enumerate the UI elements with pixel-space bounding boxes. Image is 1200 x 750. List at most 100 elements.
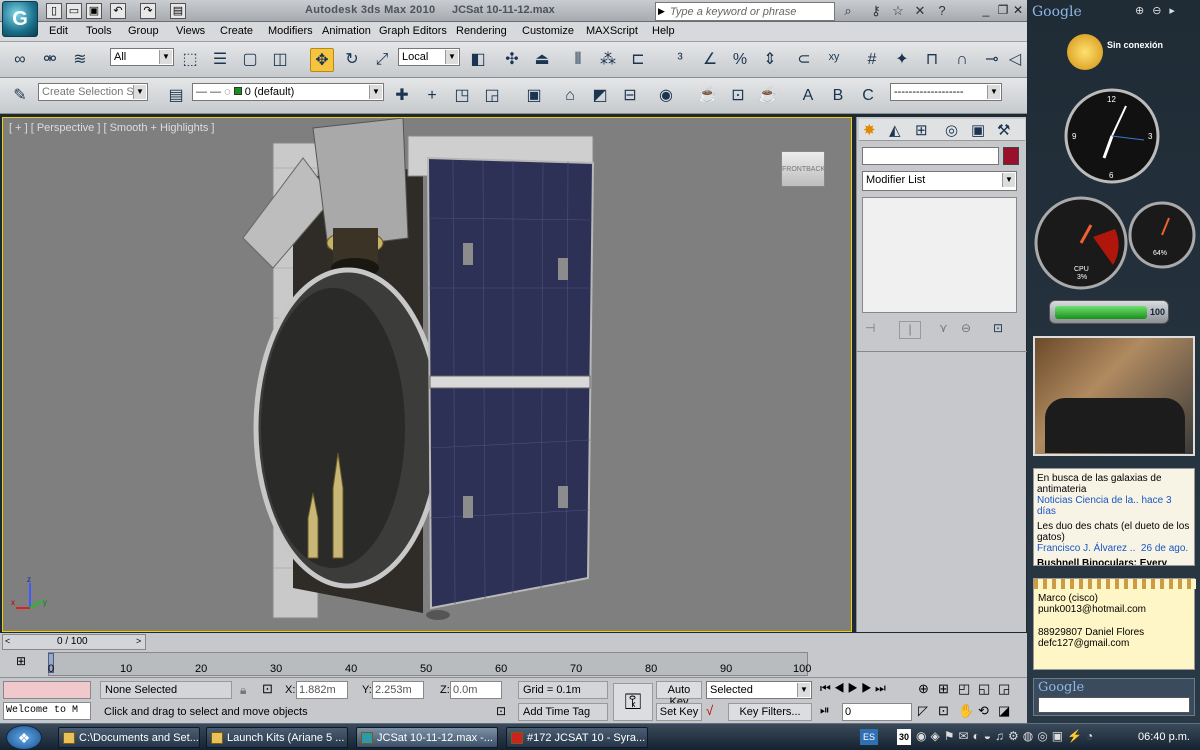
modifier-list-dropdown[interactable]: Modifier List ▼ [862,171,1017,191]
remove-modifier-icon[interactable]: ⊖ [961,321,971,335]
y-coordinate-field[interactable]: 2.253m [372,681,424,699]
angle-snap-icon[interactable]: ∠ [698,48,722,72]
zoom-icon[interactable]: ⊕ [918,681,938,699]
default-tangents-icon[interactable]: √ [706,703,726,721]
zoom-all-icon[interactable]: ⊞ [938,681,958,699]
mirror-icon[interactable]: ⫴ [566,48,590,72]
face-snap-icon[interactable]: ⊸ [980,48,1004,72]
material-editor-icon[interactable]: ◩ [588,84,612,108]
news-source[interactable]: Noticias Ciencia de la.. [1037,495,1139,506]
help-search-input[interactable]: ▶ Type a keyword or phrase [655,2,835,21]
render-iterative-icon[interactable]: ⊡ [726,84,750,108]
auto-key-button[interactable]: Auto Key [656,681,702,708]
zoom-region-icon[interactable]: ⊡ [938,703,958,721]
maxscript-mini-listener[interactable]: Welcome to M [3,702,91,720]
project-folder-icon[interactable]: ▤ [170,3,186,19]
calendar-tray-icon[interactable]: 30 [897,729,911,745]
open-file-icon[interactable]: ▭ [66,3,82,19]
maximize-viewport-icon[interactable]: ◪ [998,703,1018,721]
binoculars-icon[interactable]: ⌕ [840,3,856,19]
news-headline[interactable]: Les duo des chats (el dueto de los gatos… [1037,521,1191,543]
zoom-extents-selected-icon[interactable]: ◲ [998,681,1018,699]
rectangular-selection-icon[interactable]: ▢ [238,48,262,72]
previous-frame-icon[interactable]: ◀ [834,681,848,695]
named-selection-dropdown[interactable]: Create Selection Se ▼ [38,83,148,101]
z-coordinate-field[interactable]: 0.0m [450,681,502,699]
system-tray-icons[interactable]: ◉◈⚑✉◐◒♫⚙◍◎▣⚡◔ [916,729,1126,745]
select-in-layer-icon[interactable]: ◳ [450,84,474,108]
lock-selection-icon[interactable]: 🔒︎ [240,683,246,698]
taskbar-item-launch-kits[interactable]: Launch Kits (Ariane 5 ... [206,727,348,748]
add-time-tag[interactable]: Add Time Tag [518,703,608,721]
array-icon[interactable]: ⁂ [596,48,620,72]
taskbar-item-explorer[interactable]: C:\Documents and Set... [58,727,200,748]
field-of-view-icon[interactable]: ◸ [918,703,938,721]
window-crossing-icon[interactable]: ◫ [268,48,292,72]
select-and-scale-icon[interactable]: ⤢ [370,48,394,72]
menu-customize[interactable]: Customize [522,25,574,37]
notes-gadget[interactable]: Marco (cisco) punk0013@hotmail.com 88929… [1033,578,1196,670]
sidebar-controls-icon[interactable]: ⊕⊖▸ [1135,4,1183,17]
unlink-icon[interactable]: ⚮ [38,48,62,72]
x-coordinate-field[interactable]: 1.882m [296,681,348,699]
spinner-snap-icon[interactable]: ⇕ [758,48,782,72]
menu-rendering[interactable]: Rendering [456,25,507,37]
taskbar-clock[interactable]: 06:40 p.m. [1138,731,1190,743]
google-search-input[interactable] [1038,697,1190,713]
redo-icon[interactable]: ↷ [140,3,156,19]
configure-sets-icon[interactable]: ⊡ [993,321,1003,335]
display-tab-icon[interactable]: ▣ [971,121,985,139]
key-mode-toggle-icon[interactable]: ⏯ [820,703,830,718]
zoom-extents-all-icon[interactable]: ◱ [978,681,998,699]
bind-spacewarp-icon[interactable]: ≋ [68,48,92,72]
teapot-icon[interactable]: ☕ [756,84,780,108]
time-slider-prev-icon[interactable]: < [5,636,10,646]
select-by-name-icon[interactable]: ☰ [208,48,232,72]
select-and-move-icon[interactable]: ✥ [310,48,334,72]
percent-snap-icon[interactable]: % [728,48,752,72]
curve-editor-toggle-icon[interactable]: ⊞ [10,654,32,670]
menu-tools[interactable]: Tools [86,25,112,37]
vertex-snap-icon[interactable]: ⊓ [920,48,944,72]
add-time-tag-icon[interactable]: ⊡ [496,704,506,718]
start-button[interactable]: ❖ [6,725,42,750]
menu-views[interactable]: Views [176,25,205,37]
selection-filter-dropdown[interactable]: All ▼ [110,48,174,66]
maxscript-mini-listener-pink[interactable] [3,681,91,699]
menu-create[interactable]: Create [220,25,253,37]
play-icon[interactable]: ▶ [848,681,862,695]
edit-named-selection-icon[interactable]: ✎ [8,84,32,108]
utilities-tab-icon[interactable]: ⚒ [997,121,1010,139]
key-filters-button[interactable]: Key Filters... [728,703,812,721]
keyboard-shortcut-icon[interactable]: ⏏ [530,48,554,72]
object-color-swatch[interactable] [1003,147,1019,165]
menu-edit[interactable]: Edit [49,25,68,37]
save-icon[interactable]: ▣ [86,3,102,19]
orbit-icon[interactable]: ⟲ [978,703,998,721]
create-tab-icon[interactable]: ✸ [863,121,876,139]
set-current-layer-icon[interactable]: ◲ [480,84,504,108]
modify-tab-icon[interactable]: ◭ [889,121,901,139]
taskbar-item-pdf[interactable]: #172 JCSAT 10 - Syra... [506,727,648,748]
render-setup-icon[interactable]: ⊟ [618,84,642,108]
layer-manager-icon[interactable]: ▤ [164,84,188,108]
magnet-icon-1[interactable]: ⊂ [792,48,816,72]
minimize-button[interactable]: _ [977,2,995,19]
news-headline[interactable]: En busca de las galaxias de antimateria [1037,473,1191,495]
star-icon[interactable]: ☆ [890,3,906,19]
next-frame-icon[interactable]: ▶ [861,681,875,695]
pivot-center-icon[interactable]: ◧ [466,48,490,72]
absolute-mode-icon[interactable]: ⊡ [262,681,273,697]
menu-graph-editors[interactable]: Graph Editors [379,25,447,37]
object-name-field[interactable] [862,147,999,165]
time-slider-next-icon[interactable]: > [136,636,141,646]
menu-animation[interactable]: Animation [322,25,371,37]
pin-stack-icon[interactable]: ⊣ [865,321,875,335]
key-mode-dropdown[interactable]: Selected ▼ [706,681,812,699]
render-production-icon[interactable]: ☕ [696,84,720,108]
pivot-snap-icon[interactable]: ✦ [890,48,914,72]
link-icon[interactable]: ∞ [8,48,32,72]
zoom-extents-icon[interactable]: ◰ [958,681,978,699]
curve-editor-icon[interactable]: ⌂ [558,84,582,108]
go-to-start-icon[interactable]: ⏮ [820,681,834,695]
